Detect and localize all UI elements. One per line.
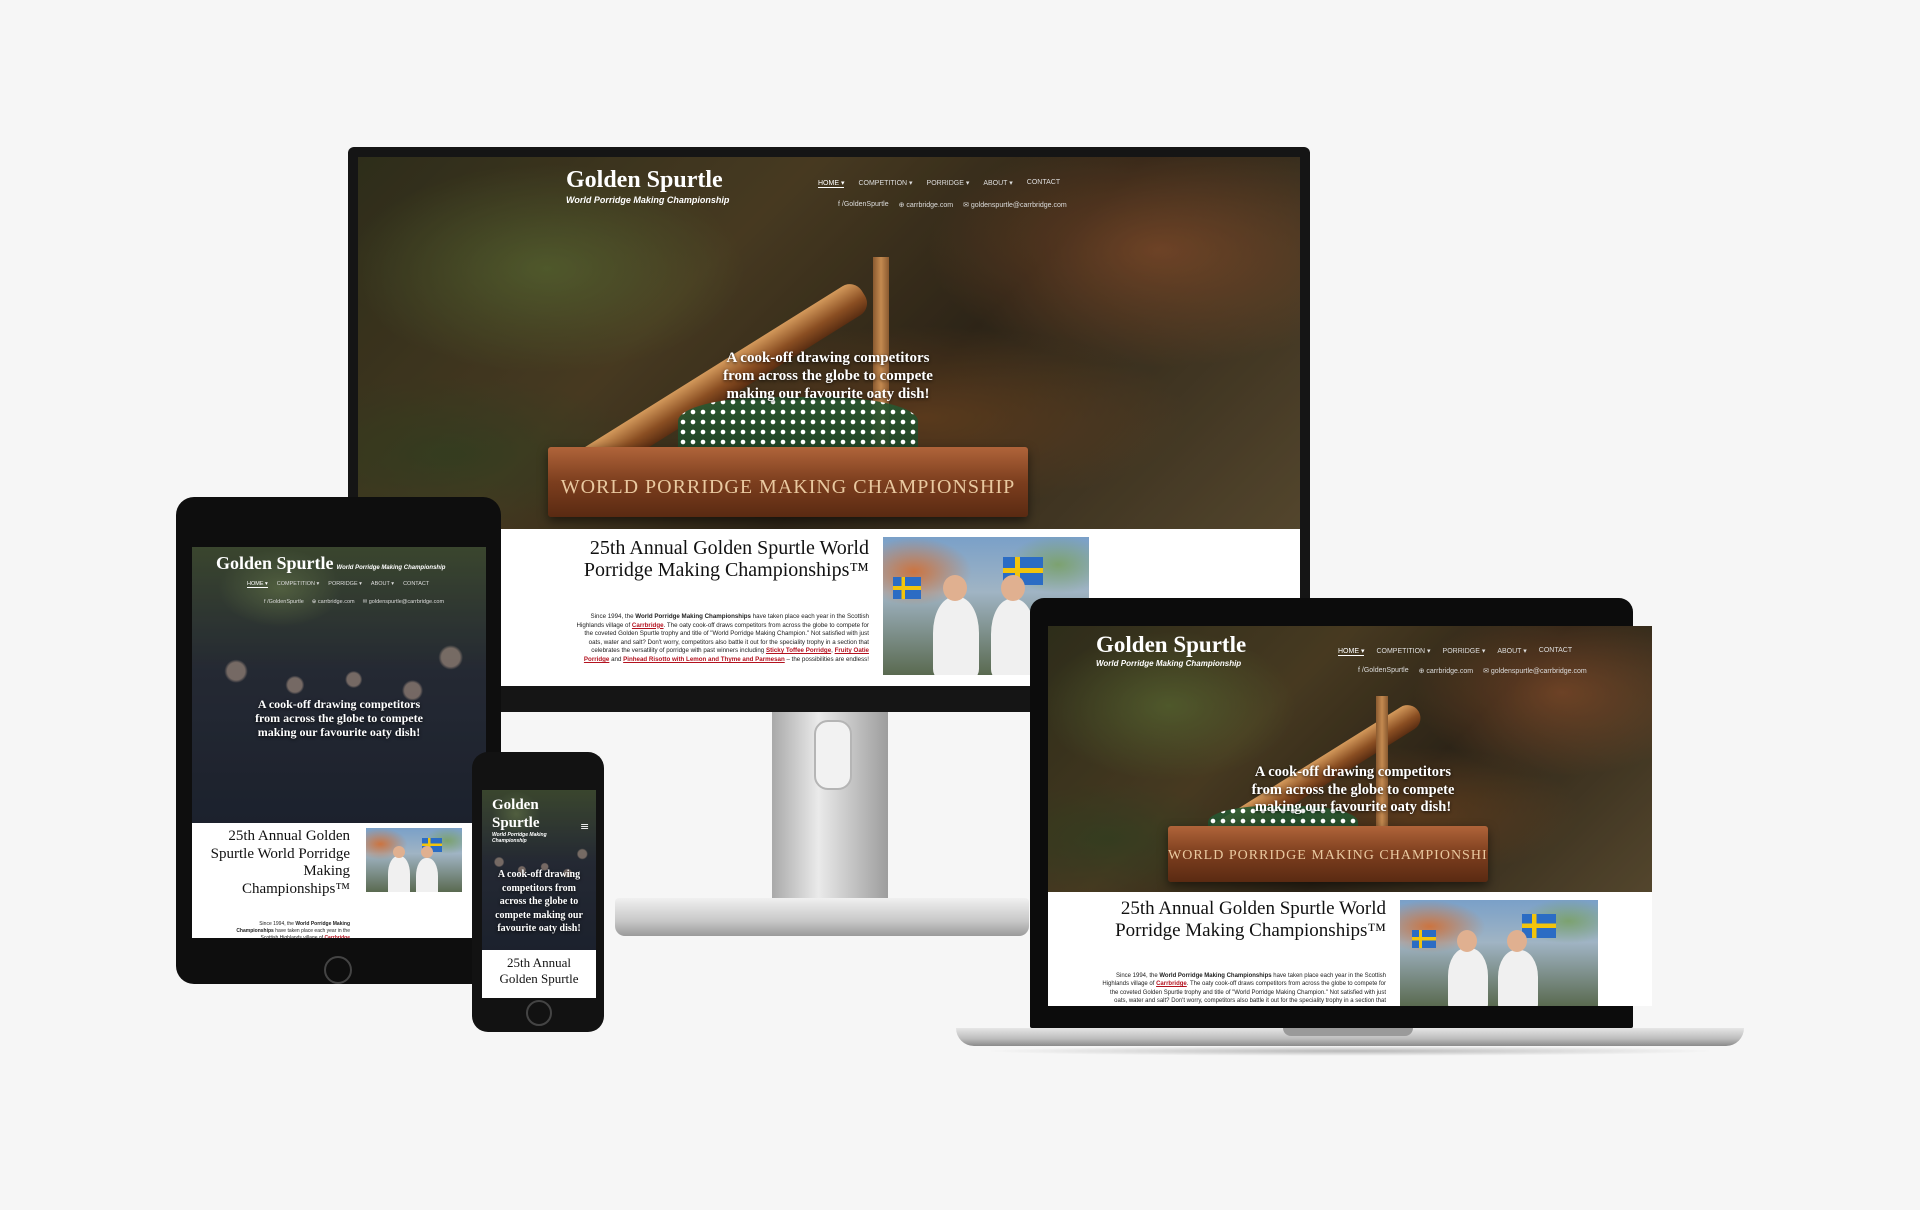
site-title: Golden Spurtle (566, 167, 723, 193)
tablet-winners-photo (366, 828, 462, 892)
main-nav: HOME ▾ COMPETITION ▾ PORRIDGE ▾ ABOUT ▾ … (818, 179, 1060, 188)
phone-site-subtitle: World Porridge Making Championship (492, 832, 547, 844)
nav-contact[interactable]: CONTACT (1027, 179, 1060, 188)
laptop-facebook-link[interactable]: f /GoldenSpurtle (1358, 667, 1409, 675)
laptop-content: 25th Annual Golden Spurtle World Porridg… (1048, 892, 1652, 1006)
laptop-trophy-plate-text: WORLD PORRIDGE MAKING CHAMPIONSHIP (1168, 848, 1488, 863)
laptop-web-link[interactable]: ⊕ carrbridge.com (1419, 667, 1474, 675)
laptop-intro-paragraph: Since 1994, the World Porridge Making Ch… (1102, 973, 1386, 1005)
pinhead-risotto-link[interactable]: Pinhead Risotto with Lemon and Thyme and… (623, 656, 785, 663)
social-links: f /GoldenSpurtle ⊕ carrbridge.com ✉ gold… (838, 201, 1067, 209)
monitor-stand-foot (615, 898, 1029, 936)
phone-content: 25th Annual Golden Spurtle (482, 950, 596, 998)
phone-hero-tagline: A cook-off drawing competitors from acro… (495, 869, 583, 934)
phone-home-button (526, 1000, 552, 1026)
hero-tagline: A cook-off drawing competitors from acro… (723, 350, 933, 402)
laptop-site-subtitle: World Porridge Making Championship (1096, 659, 1242, 668)
tablet-facebook-link[interactable]: f /GoldenSpurtle (264, 599, 304, 605)
site-subtitle: World Porridge Making Championship (566, 195, 730, 205)
laptop-trophy-base: WORLD PORRIDGE MAKING CHAMPIONSHIP (1168, 826, 1488, 882)
monitor-hero: WORLD PORRIDGE MAKING CHAMPIONSHIP Golde… (358, 157, 1300, 529)
tablet-carrbridge-link[interactable]: Carrbridge (324, 935, 350, 938)
tablet-nav: HOME ▾ COMPETITION ▾ PORRIDGE ▾ ABOUT ▾ … (247, 581, 429, 588)
tablet-social-links: f /GoldenSpurtle ⊕ carrbridge.com ✉ gold… (264, 599, 444, 605)
tablet-brand[interactable]: Golden Spurtle World Porridge Making Cha… (216, 553, 445, 574)
nav-competition[interactable]: COMPETITION ▾ (858, 179, 912, 188)
laptop-shadow (980, 1046, 1720, 1056)
tablet-nav-contact[interactable]: CONTACT (403, 581, 429, 588)
intro-paragraph: Since 1994, the World Porridge Making Ch… (576, 613, 869, 663)
nav-home[interactable]: HOME ▾ (818, 179, 845, 188)
sticky-toffee-link[interactable]: Sticky Toffee Porridge (766, 647, 831, 654)
facebook-link[interactable]: f /GoldenSpurtle (838, 201, 889, 209)
tablet-web-link[interactable]: ⊕ carrbridge.com (312, 599, 355, 605)
phone-brand[interactable]: Golden Spurtle World Porridge Making Cha… (492, 796, 556, 844)
nav-porridge[interactable]: PORRIDGE ▾ (927, 179, 970, 188)
trophy-plate-text: WORLD PORRIDGE MAKING CHAMPIONSHIP (560, 476, 1016, 498)
envelope-icon: ✉ (963, 202, 971, 209)
laptop-heading: 25th Annual Golden Spurtle World Porridg… (1115, 898, 1386, 941)
nav-about[interactable]: ABOUT ▾ (983, 179, 1012, 188)
laptop-brand[interactable]: Golden Spurtle World Porridge Making Cha… (1096, 632, 1246, 668)
tablet-hero: Golden Spurtle World Porridge Making Cha… (192, 547, 486, 823)
tablet-nav-about[interactable]: ABOUT ▾ (371, 581, 394, 588)
laptop-winners-photo (1400, 900, 1598, 1006)
main-heading: 25th Annual Golden Spurtle World Porridg… (583, 537, 869, 581)
tablet-site-subtitle: World Porridge Making Championship (336, 565, 446, 571)
tablet-heading: 25th Annual Golden Spurtle World Porridg… (210, 828, 350, 897)
laptop-hero-tagline: A cook-off drawing competitors from acro… (1251, 764, 1455, 815)
tablet-nav-home[interactable]: HOME ▾ (247, 581, 268, 588)
phone-site-title-line1: Golden (492, 797, 539, 813)
hamburger-menu-icon[interactable]: ≡ (580, 820, 589, 833)
tablet-email-link[interactable]: ✉ goldenspurtle@carrbridge.com (363, 599, 444, 605)
phone-heading: 25th Annual Golden Spurtle (499, 955, 579, 986)
tablet-content: 25th Annual Golden Spurtle World Porridg… (192, 823, 486, 938)
phone-site-title-line2: Spurtle (492, 815, 540, 831)
carrbridge-link[interactable]: Carrbridge (632, 622, 664, 629)
laptop-site-title: Golden Spurtle (1096, 632, 1247, 657)
tablet-nav-competition[interactable]: COMPETITION ▾ (277, 581, 319, 588)
tablet-home-button (324, 956, 352, 984)
laptop-hero: WORLD PORRIDGE MAKING CHAMPIONSHIP Golde… (1048, 626, 1652, 892)
laptop-notch (1283, 1028, 1413, 1036)
phone-hero: Golden Spurtle World Porridge Making Cha… (482, 790, 596, 950)
tablet-site-title: Golden Spurtle (216, 553, 334, 573)
laptop-nav-contact[interactable]: CONTACT (1539, 647, 1572, 656)
laptop-social-links: f /GoldenSpurtle ⊕ carrbridge.com ✉ gold… (1358, 667, 1587, 675)
laptop-nav-home[interactable]: HOME ▾ (1338, 647, 1365, 656)
tablet-intro-paragraph: Since 1994, the World Porridge Making Ch… (222, 921, 350, 938)
site-brand[interactable]: Golden Spurtle World Porridge Making Cha… (566, 167, 729, 205)
tablet-hero-tagline: A cook-off drawing competitors from acro… (255, 697, 423, 739)
tablet-nav-porridge[interactable]: PORRIDGE ▾ (328, 581, 362, 588)
laptop-nav-competition[interactable]: COMPETITION ▾ (1376, 647, 1430, 656)
laptop-carrbridge-link[interactable]: Carrbridge (1156, 981, 1187, 987)
email-link[interactable]: ✉ goldenspurtle@carrbridge.com (963, 201, 1067, 209)
laptop-email-link[interactable]: ✉ goldenspurtle@carrbridge.com (1483, 667, 1587, 675)
laptop-nav-porridge[interactable]: PORRIDGE ▾ (1443, 647, 1486, 656)
web-link[interactable]: ⊕ carrbridge.com (899, 201, 954, 209)
envelope-icon: ✉ (1483, 668, 1491, 675)
trophy-base: WORLD PORRIDGE MAKING CHAMPIONSHIP (548, 447, 1028, 517)
laptop-nav: HOME ▾ COMPETITION ▾ PORRIDGE ▾ ABOUT ▾ … (1338, 647, 1572, 656)
monitor-stand-cable-hole (814, 720, 852, 790)
laptop-nav-about[interactable]: ABOUT ▾ (1497, 647, 1526, 656)
